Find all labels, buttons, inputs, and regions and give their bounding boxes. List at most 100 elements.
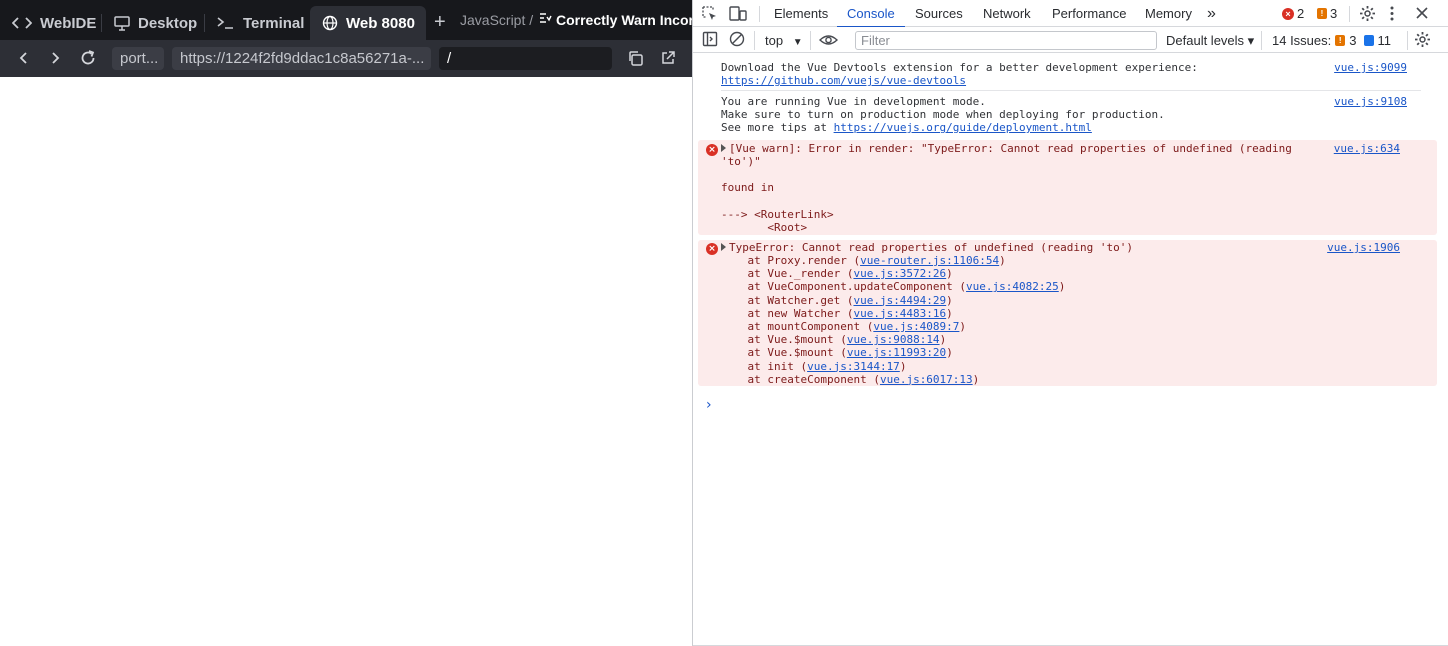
- clear-console-icon[interactable]: [729, 31, 745, 52]
- issue-info-icon: [1363, 35, 1374, 46]
- ide-panel: WebIDE Desktop Terminal Web 8080 + JavaS…: [0, 0, 692, 646]
- stack-frame-link[interactable]: vue-router.js:1106:54: [860, 254, 999, 267]
- context-label: top: [765, 33, 784, 48]
- message-text: You are running Vue in development mode.: [721, 95, 986, 108]
- reload-icon[interactable]: [79, 49, 97, 72]
- message-text[interactable]: TypeError: Cannot read properties of und…: [721, 241, 1133, 254]
- tab-terminal[interactable]: Terminal: [205, 6, 310, 40]
- tab-webide[interactable]: WebIDE: [0, 6, 102, 40]
- globe-icon: [322, 15, 338, 31]
- inspect-element-icon[interactable]: [701, 5, 718, 27]
- stack-frame-link[interactable]: vue.js:4494:29: [853, 294, 946, 307]
- error-count-badge[interactable]: × 2: [1282, 6, 1304, 21]
- error-count: 2: [1297, 6, 1305, 21]
- tab-memory[interactable]: Memory: [1135, 0, 1202, 27]
- stack-frame-link[interactable]: vue.js:11993:20: [847, 346, 946, 359]
- filter-input[interactable]: Filter: [855, 31, 1157, 50]
- devtools-link[interactable]: https://github.com/vuejs/vue-devtools: [721, 74, 966, 87]
- web-preview: [0, 77, 692, 646]
- breadcrumb: JavaScript /: [460, 12, 534, 28]
- expand-triangle-icon[interactable]: [721, 144, 726, 152]
- console-log: Download the Vue Devtools extension for …: [693, 54, 1448, 646]
- message-text: Make sure to turn on production mode whe…: [721, 108, 1165, 121]
- page-title: Correctly Warn Incorre: [538, 11, 692, 28]
- path-input[interactable]: /: [439, 47, 612, 70]
- live-expression-eye-icon[interactable]: [818, 32, 839, 53]
- error-icon: ×: [706, 144, 718, 156]
- tab-label: Desktop: [138, 14, 198, 32]
- stack-frame: at createComponent (vue.js:6017:13): [721, 372, 980, 386]
- close-icon[interactable]: [1415, 5, 1429, 27]
- stack-frame-link[interactable]: vue.js:4082:25: [966, 280, 1059, 293]
- copy-icon[interactable]: [627, 50, 644, 72]
- deployment-link[interactable]: https://vuejs.org/guide/deployment.html: [834, 121, 1092, 134]
- message-text: found in: [721, 181, 774, 194]
- log-levels-dropdown[interactable]: Default levels ▾: [1166, 33, 1254, 49]
- tab-performance[interactable]: Performance: [1042, 0, 1136, 27]
- stack-frame: at new Watcher (vue.js:4483:16): [721, 306, 953, 320]
- device-toolbar-icon[interactable]: [729, 5, 747, 27]
- tab-network[interactable]: Network: [973, 0, 1041, 27]
- tab-sources[interactable]: Sources: [905, 0, 973, 27]
- console-error-vue-warn: × [Vue warn]: Error in render: "TypeErro…: [698, 140, 1437, 235]
- stack-frame-link[interactable]: vue.js:9088:14: [847, 333, 940, 346]
- terminal-icon: [217, 16, 235, 30]
- sidebar-toggle-icon[interactable]: [702, 31, 718, 52]
- forward-icon[interactable]: [49, 49, 61, 72]
- open-external-icon[interactable]: [660, 50, 676, 71]
- more-tabs-icon[interactable]: »: [1197, 0, 1226, 27]
- source-link[interactable]: vue.js:1906: [1327, 241, 1400, 254]
- issues-info-count: 11: [1377, 33, 1392, 48]
- add-tab-button[interactable]: +: [434, 12, 446, 32]
- message-text: 'to')": [721, 155, 761, 168]
- console-settings-gear-icon[interactable]: [1414, 31, 1431, 53]
- page-title-text: Correctly Warn Incorre: [556, 11, 692, 28]
- settings-gear-icon[interactable]: [1359, 5, 1376, 27]
- warning-count: 3: [1330, 6, 1338, 21]
- tab-desktop[interactable]: Desktop: [102, 6, 205, 40]
- issue-warning-icon: !: [1335, 35, 1346, 46]
- divider: [721, 90, 1421, 91]
- tab-elements[interactable]: Elements: [764, 0, 838, 27]
- message-text: ---> <RouterLink>: [721, 208, 834, 221]
- devtools-panel: Elements Console Sources Network Perform…: [692, 0, 1448, 646]
- stack-frame-link[interactable]: vue.js:4089:7: [873, 320, 959, 333]
- browser-toolbar: port... https://1224f2fd9ddac1c8a56271a-…: [0, 40, 692, 77]
- stack-frame: at Vue.$mount (vue.js:9088:14): [721, 333, 947, 347]
- expand-triangle-icon[interactable]: [721, 243, 726, 251]
- warning-icon: !: [1317, 8, 1327, 19]
- issues-button[interactable]: 14 Issues: ! 3 11: [1272, 33, 1391, 48]
- warning-count-badge[interactable]: ! 3: [1317, 6, 1337, 21]
- tab-console[interactable]: Console: [837, 0, 905, 28]
- more-options-icon[interactable]: [1389, 5, 1395, 27]
- stack-frame-link[interactable]: vue.js:4483:16: [853, 307, 946, 320]
- stack-frame: at Vue._render (vue.js:3572:26): [721, 267, 953, 281]
- stack-frame: at Proxy.render (vue-router.js:1106:54): [721, 254, 1006, 267]
- devtools-tab-bar: Elements Console Sources Network Perform…: [693, 0, 1448, 28]
- issues-warning-count: 3: [1349, 33, 1357, 48]
- chevron-down-icon: ▼: [792, 37, 803, 48]
- console-toolbar: top ▼ Filter Default levels ▾ 14 Issues:…: [693, 27, 1448, 53]
- port-selector[interactable]: port...: [112, 47, 164, 70]
- source-link[interactable]: vue.js:9099: [1334, 61, 1407, 74]
- stack-frame: at Vue.$mount (vue.js:11993:20): [721, 346, 953, 360]
- console-prompt-chevron-icon[interactable]: ›: [706, 397, 712, 413]
- message-text[interactable]: [Vue warn]: Error in render: "TypeError:…: [721, 142, 1292, 155]
- message-text: See more tips at https://vuejs.org/guide…: [721, 121, 1092, 134]
- console-error-typeerror: × TypeError: Cannot read properties of u…: [698, 240, 1437, 386]
- url-field[interactable]: https://1224f2fd9ddac1c8a56271a-...: [172, 47, 431, 70]
- stack-frame: at VueComponent.updateComponent (vue.js:…: [721, 280, 1066, 294]
- source-link[interactable]: vue.js:9108: [1334, 95, 1407, 108]
- stack-frame-link[interactable]: vue.js:3572:26: [853, 267, 946, 280]
- stack-frame-link[interactable]: vue.js:6017:13: [880, 373, 973, 386]
- stack-frame: at mountComponent (vue.js:4089:7): [721, 320, 967, 333]
- source-link[interactable]: vue.js:634: [1334, 142, 1400, 155]
- issues-label: 14 Issues:: [1272, 33, 1332, 48]
- tab-label: Web 8080: [346, 14, 415, 32]
- task-icon: [538, 11, 552, 28]
- context-selector[interactable]: top ▼: [765, 33, 803, 48]
- tab-web-8080[interactable]: Web 8080: [310, 6, 426, 40]
- message-text: Download the Vue Devtools extension for …: [721, 61, 1198, 74]
- stack-frame-link[interactable]: vue.js:3144:17: [807, 360, 900, 373]
- back-icon[interactable]: [18, 49, 30, 72]
